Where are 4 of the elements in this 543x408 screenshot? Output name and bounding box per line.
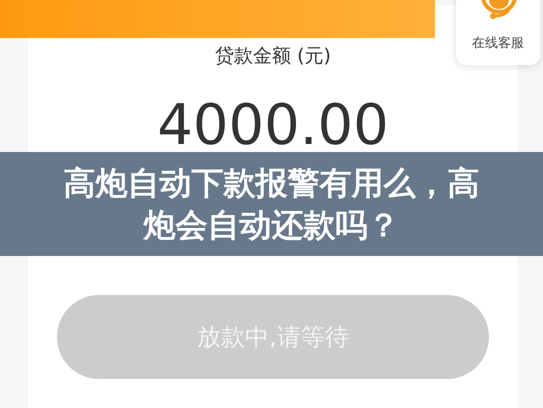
article-title: 高炮自动下款报警有用么，高炮会自动还款吗？ bbox=[62, 163, 480, 246]
loan-amount: 4000.00 bbox=[157, 93, 389, 159]
loan-amount-label: 贷款金额 (元) bbox=[215, 44, 331, 69]
support-label[interactable]: 在线客服 bbox=[472, 34, 524, 52]
